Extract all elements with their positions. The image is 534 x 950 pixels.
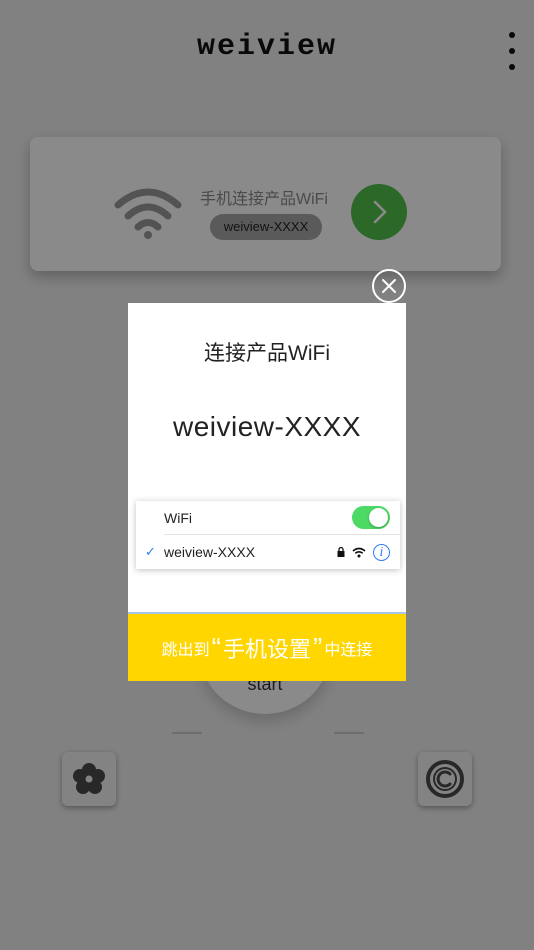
checkmark-icon: ✓ xyxy=(145,544,156,559)
wifi-settings-illustration: WiFi ✓ weiview-XXXX i xyxy=(136,501,400,569)
close-button[interactable] xyxy=(372,269,406,303)
action-target: 手机设置 xyxy=(222,636,311,662)
wifi-label: WiFi xyxy=(164,510,192,526)
connect-wifi-dialog: 连接产品WiFi weiview-XXXX WiFi ✓ weiview-XXX… xyxy=(128,303,406,681)
action-open-quote: “ xyxy=(211,631,221,663)
network-row: ✓ weiview-XXXX i xyxy=(136,535,400,569)
dialog-title: 连接产品WiFi xyxy=(204,342,330,365)
action-close-quote: ” xyxy=(313,631,323,663)
dialog-ssid: weiview-XXXX xyxy=(172,411,362,442)
wifi-toggle xyxy=(352,506,390,529)
wifi-toggle-row: WiFi xyxy=(136,501,400,535)
open-settings-button[interactable]: 跳出到 “ 手机设置 ” 中连接 xyxy=(128,612,406,681)
wifi-signal-icon xyxy=(352,547,366,557)
action-suffix: 中连接 xyxy=(324,641,373,659)
lock-icon xyxy=(337,547,345,557)
close-icon xyxy=(382,279,396,293)
info-icon: i xyxy=(373,543,390,561)
network-name: weiview-XXXX xyxy=(164,544,256,560)
action-prefix: 跳出到 xyxy=(161,641,210,659)
